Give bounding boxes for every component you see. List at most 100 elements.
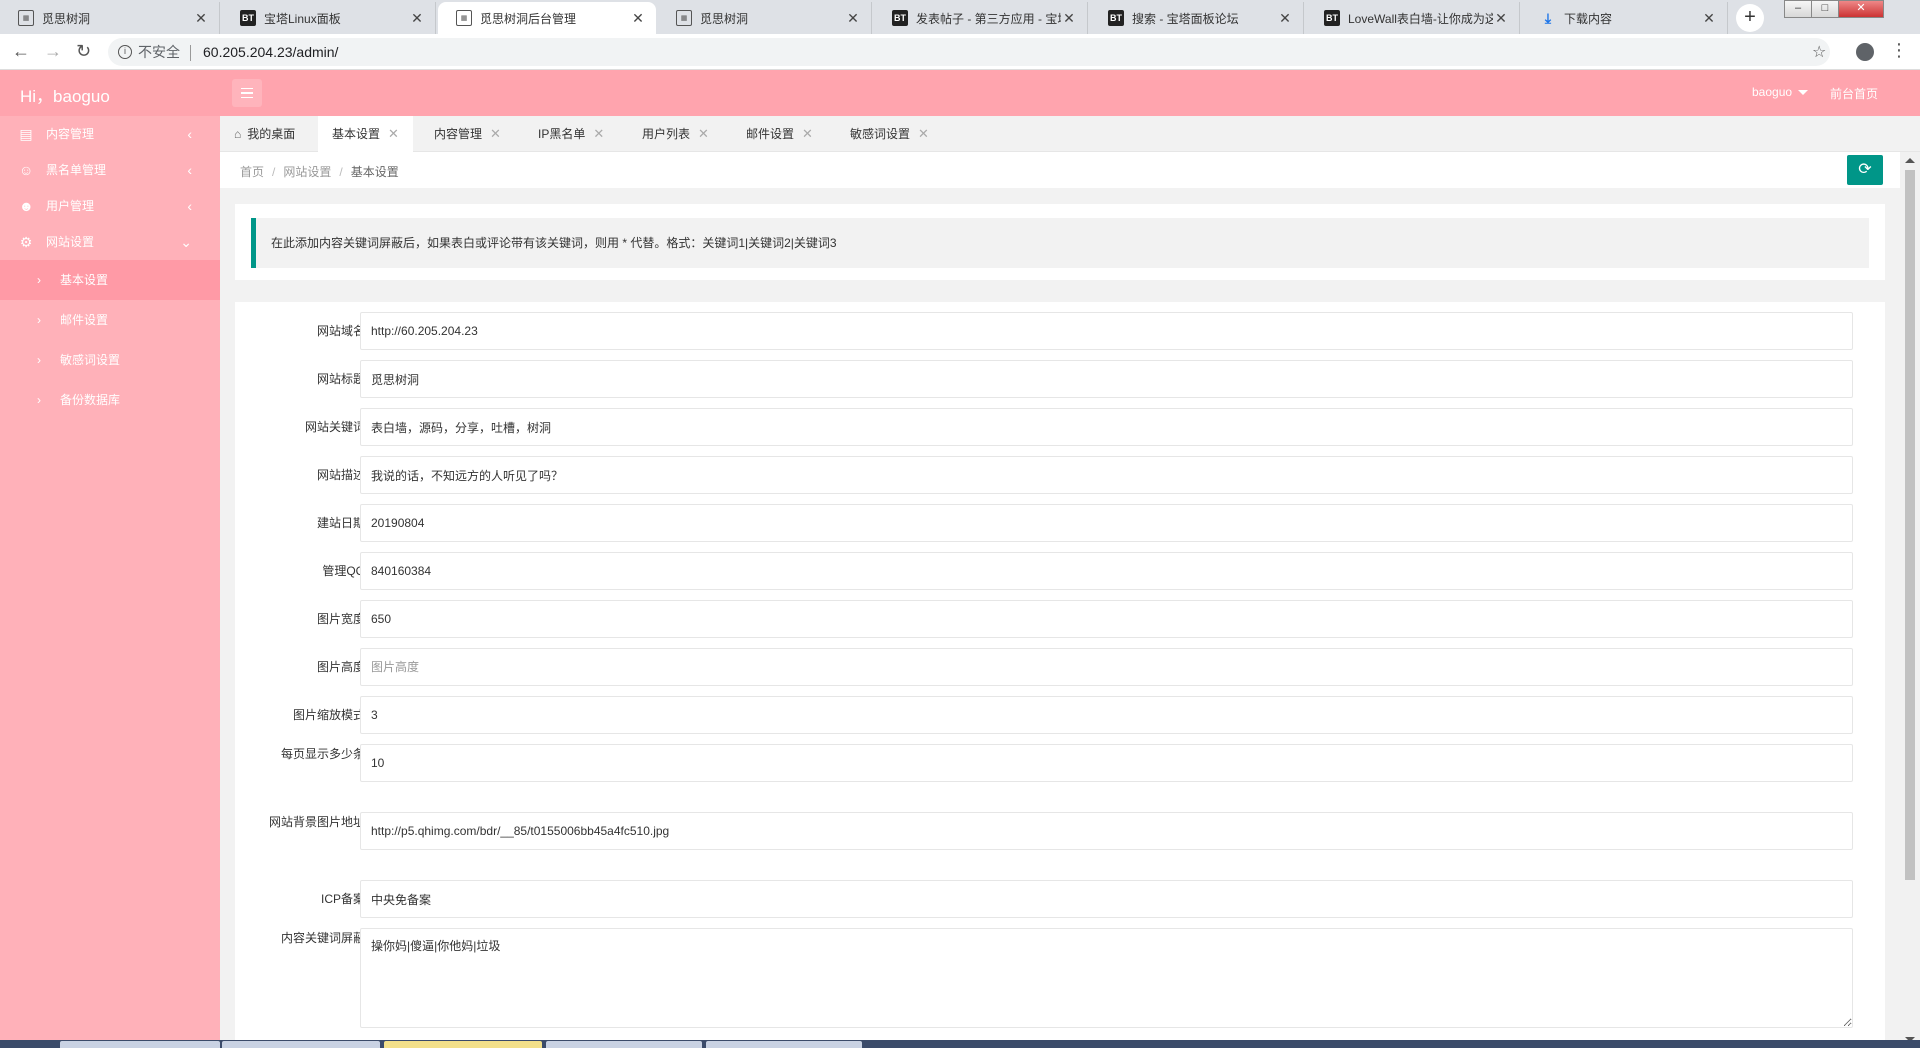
sidebar-subitem-label: 基本设置 bbox=[60, 273, 109, 287]
page-tab-bar: ⌂ 我的桌面 基本设置 ✕ 内容管理 ✕ IP黑名单 ✕ 用户列表 ✕ 邮件设置 ✕ 敏感词… bbox=[220, 116, 1920, 152]
sidebar-subitem-mail-settings[interactable]: › 邮件设置 bbox=[0, 300, 220, 340]
tab-user-list[interactable]: 用户列表 ✕ bbox=[628, 116, 723, 152]
close-icon[interactable]: ✕ bbox=[1701, 10, 1717, 27]
tab-sensitive-words[interactable]: 敏感词设置 ✕ bbox=[836, 116, 943, 152]
browser-tab[interactable]: ▦ 觅思树洞 ✕ bbox=[0, 2, 220, 34]
scroll-up-icon[interactable] bbox=[1905, 158, 1915, 163]
tab-label: 我的桌面 bbox=[247, 127, 296, 141]
close-icon[interactable]: ✕ bbox=[490, 126, 501, 141]
field-label: ICP备案 bbox=[320, 892, 365, 906]
maximize-button[interactable]: □ bbox=[1811, 0, 1839, 18]
site-title-input[interactable] bbox=[360, 360, 1853, 398]
background-url-input[interactable] bbox=[360, 812, 1853, 850]
field-label: 图片缩放模式 bbox=[292, 708, 365, 722]
icp-input[interactable] bbox=[360, 880, 1853, 918]
sidebar-item-users[interactable]: ☻ 用户管理 ‹ bbox=[0, 188, 220, 224]
scale-mode-input[interactable] bbox=[360, 696, 1853, 734]
chevron-right-icon: › bbox=[37, 353, 41, 367]
close-icon[interactable]: ✕ bbox=[845, 10, 861, 27]
scrollbar-thumb[interactable] bbox=[1905, 170, 1915, 880]
sidebar-subitem-backup-database[interactable]: › 备份数据库 bbox=[0, 380, 220, 420]
browser-tab[interactable]: BT 宝塔Linux面板 ✕ bbox=[222, 2, 436, 34]
window-close-button[interactable]: ✕ bbox=[1838, 0, 1884, 18]
front-page-link[interactable]: 前台首页 bbox=[1830, 85, 1878, 102]
browser-tab[interactable]: BT 搜索 - 宝塔面板论坛 ✕ bbox=[1090, 2, 1304, 34]
tab-ip-blacklist[interactable]: IP黑名单 ✕ bbox=[524, 116, 618, 152]
close-icon[interactable]: ✕ bbox=[409, 10, 425, 27]
taskbar-item[interactable] bbox=[222, 1041, 380, 1048]
domain-input[interactable] bbox=[360, 312, 1853, 350]
tab-desktop[interactable]: ⌂ 我的桌面 bbox=[220, 116, 309, 152]
browser-tab-title: LoveWall表白墙-让你成为这 bbox=[1348, 11, 1493, 26]
sidebar-item-site-settings[interactable]: ⚙ 网站设置 ⌄ bbox=[0, 224, 220, 260]
browser-menu-icon[interactable]: ⋮ bbox=[1890, 41, 1908, 59]
taskbar-item[interactable] bbox=[60, 1041, 220, 1048]
tab-content-management[interactable]: 内容管理 ✕ bbox=[420, 116, 515, 152]
description-input[interactable] bbox=[360, 456, 1853, 494]
blocked-keywords-textarea[interactable]: 操你妈|傻逼|你他妈|垃圾 bbox=[360, 928, 1853, 1028]
bookmark-star-icon[interactable]: ☆ bbox=[1812, 42, 1826, 62]
breadcrumb-item[interactable]: 首页 bbox=[240, 165, 264, 179]
tab-label: 邮件设置 bbox=[746, 127, 795, 141]
sidebar-item-content[interactable]: ▤ 内容管理 ‹ bbox=[0, 116, 220, 152]
greeting: Hi，baoguo bbox=[20, 87, 110, 106]
bt-favicon-icon: BT bbox=[1324, 10, 1340, 26]
hamburger-icon bbox=[241, 87, 253, 90]
browser-tab[interactable]: BT 发表帖子 - 第三方应用 - 宝塔 ✕ bbox=[874, 2, 1088, 34]
image-width-input[interactable] bbox=[360, 600, 1853, 638]
menu-toggle-button[interactable] bbox=[232, 79, 262, 107]
new-tab-button[interactable]: + bbox=[1736, 4, 1764, 32]
browser-tab[interactable]: ▦ 觅思树洞 ✕ bbox=[658, 2, 872, 34]
chevron-right-icon: › bbox=[37, 273, 41, 287]
close-icon[interactable]: ✕ bbox=[698, 126, 709, 141]
back-arrow-icon[interactable]: ← bbox=[12, 41, 30, 62]
tab-mail-settings[interactable]: 邮件设置 ✕ bbox=[732, 116, 827, 152]
taskbar-item[interactable] bbox=[546, 1041, 702, 1048]
sidebar-item-blacklist[interactable]: ☺ 黑名单管理 ‹ bbox=[0, 152, 220, 188]
close-icon[interactable]: ✕ bbox=[593, 126, 604, 141]
settings-form: 网站域名 网站标题 网站关键词 网站描述 建站日期 管理QQ 图片宽度 图片高 bbox=[235, 302, 1885, 1048]
browser-tab[interactable]: ⤓ 下载内容 ✕ bbox=[1522, 2, 1728, 34]
field-label: 每页显示多少条 bbox=[280, 747, 365, 761]
close-icon[interactable]: ✕ bbox=[388, 126, 399, 141]
sidebar-subitem-sensitive-words[interactable]: › 敏感词设置 bbox=[0, 340, 220, 380]
url-text: 60.205.204.23/admin/ bbox=[203, 44, 339, 60]
image-height-input[interactable] bbox=[360, 648, 1853, 686]
sidebar-item-label: 黑名单管理 bbox=[46, 163, 107, 177]
browser-tab-active[interactable]: ▦ 觅思树洞后台管理 ✕ bbox=[438, 2, 656, 34]
field-label: 内容关键词屏蔽 bbox=[280, 931, 365, 945]
founded-date-input[interactable] bbox=[360, 504, 1853, 542]
sidebar-subitem-basic-settings[interactable]: › 基本设置 bbox=[0, 260, 220, 300]
forward-arrow-icon[interactable]: → bbox=[44, 41, 62, 62]
close-icon[interactable]: ✕ bbox=[630, 10, 646, 27]
close-icon[interactable]: ✕ bbox=[1493, 10, 1509, 27]
refresh-button[interactable]: ⟳ bbox=[1847, 155, 1883, 185]
sidebar-subitem-label: 邮件设置 bbox=[60, 313, 109, 327]
browser-tab[interactable]: BT LoveWall表白墙-让你成为这 ✕ bbox=[1306, 2, 1520, 34]
close-icon[interactable]: ✕ bbox=[1061, 10, 1077, 27]
tab-basic-settings[interactable]: 基本设置 ✕ bbox=[318, 116, 413, 152]
bt-favicon-icon: BT bbox=[892, 10, 908, 26]
url-field[interactable]: i 不安全 60.205.204.23/admin/ bbox=[108, 38, 1830, 66]
info-icon[interactable]: i bbox=[118, 45, 132, 59]
notice-card: 在此添加内容关键词屏蔽后，如果表白或评论带有该关键词，则用 * 代替。格式：关键… bbox=[235, 204, 1885, 280]
close-icon[interactable]: ✕ bbox=[1277, 10, 1293, 27]
close-icon[interactable]: ✕ bbox=[193, 10, 209, 27]
admin-qq-input[interactable] bbox=[360, 552, 1853, 590]
sidebar-item-label: 用户管理 bbox=[46, 199, 95, 213]
browser-tab-title: 搜索 - 宝塔面板论坛 bbox=[1132, 11, 1239, 26]
taskbar-item[interactable] bbox=[384, 1041, 542, 1048]
taskbar-item[interactable] bbox=[706, 1041, 862, 1048]
breadcrumb: 首页 / 网站设置 / 基本设置 bbox=[240, 165, 399, 179]
page-size-input[interactable] bbox=[360, 744, 1853, 782]
breadcrumb-item[interactable]: 网站设置 bbox=[283, 165, 331, 179]
account-icon[interactable] bbox=[1856, 43, 1874, 61]
close-icon[interactable]: ✕ bbox=[802, 126, 813, 141]
keywords-input[interactable] bbox=[360, 408, 1853, 446]
reload-icon[interactable]: ↻ bbox=[76, 41, 91, 62]
minimize-button[interactable]: – bbox=[1784, 0, 1812, 18]
close-icon[interactable]: ✕ bbox=[918, 126, 929, 141]
vertical-scrollbar[interactable] bbox=[1900, 152, 1920, 1048]
app-header: Hi，baoguo baoguo 前台首页 bbox=[0, 70, 1920, 116]
user-menu[interactable]: baoguo bbox=[1752, 85, 1809, 99]
